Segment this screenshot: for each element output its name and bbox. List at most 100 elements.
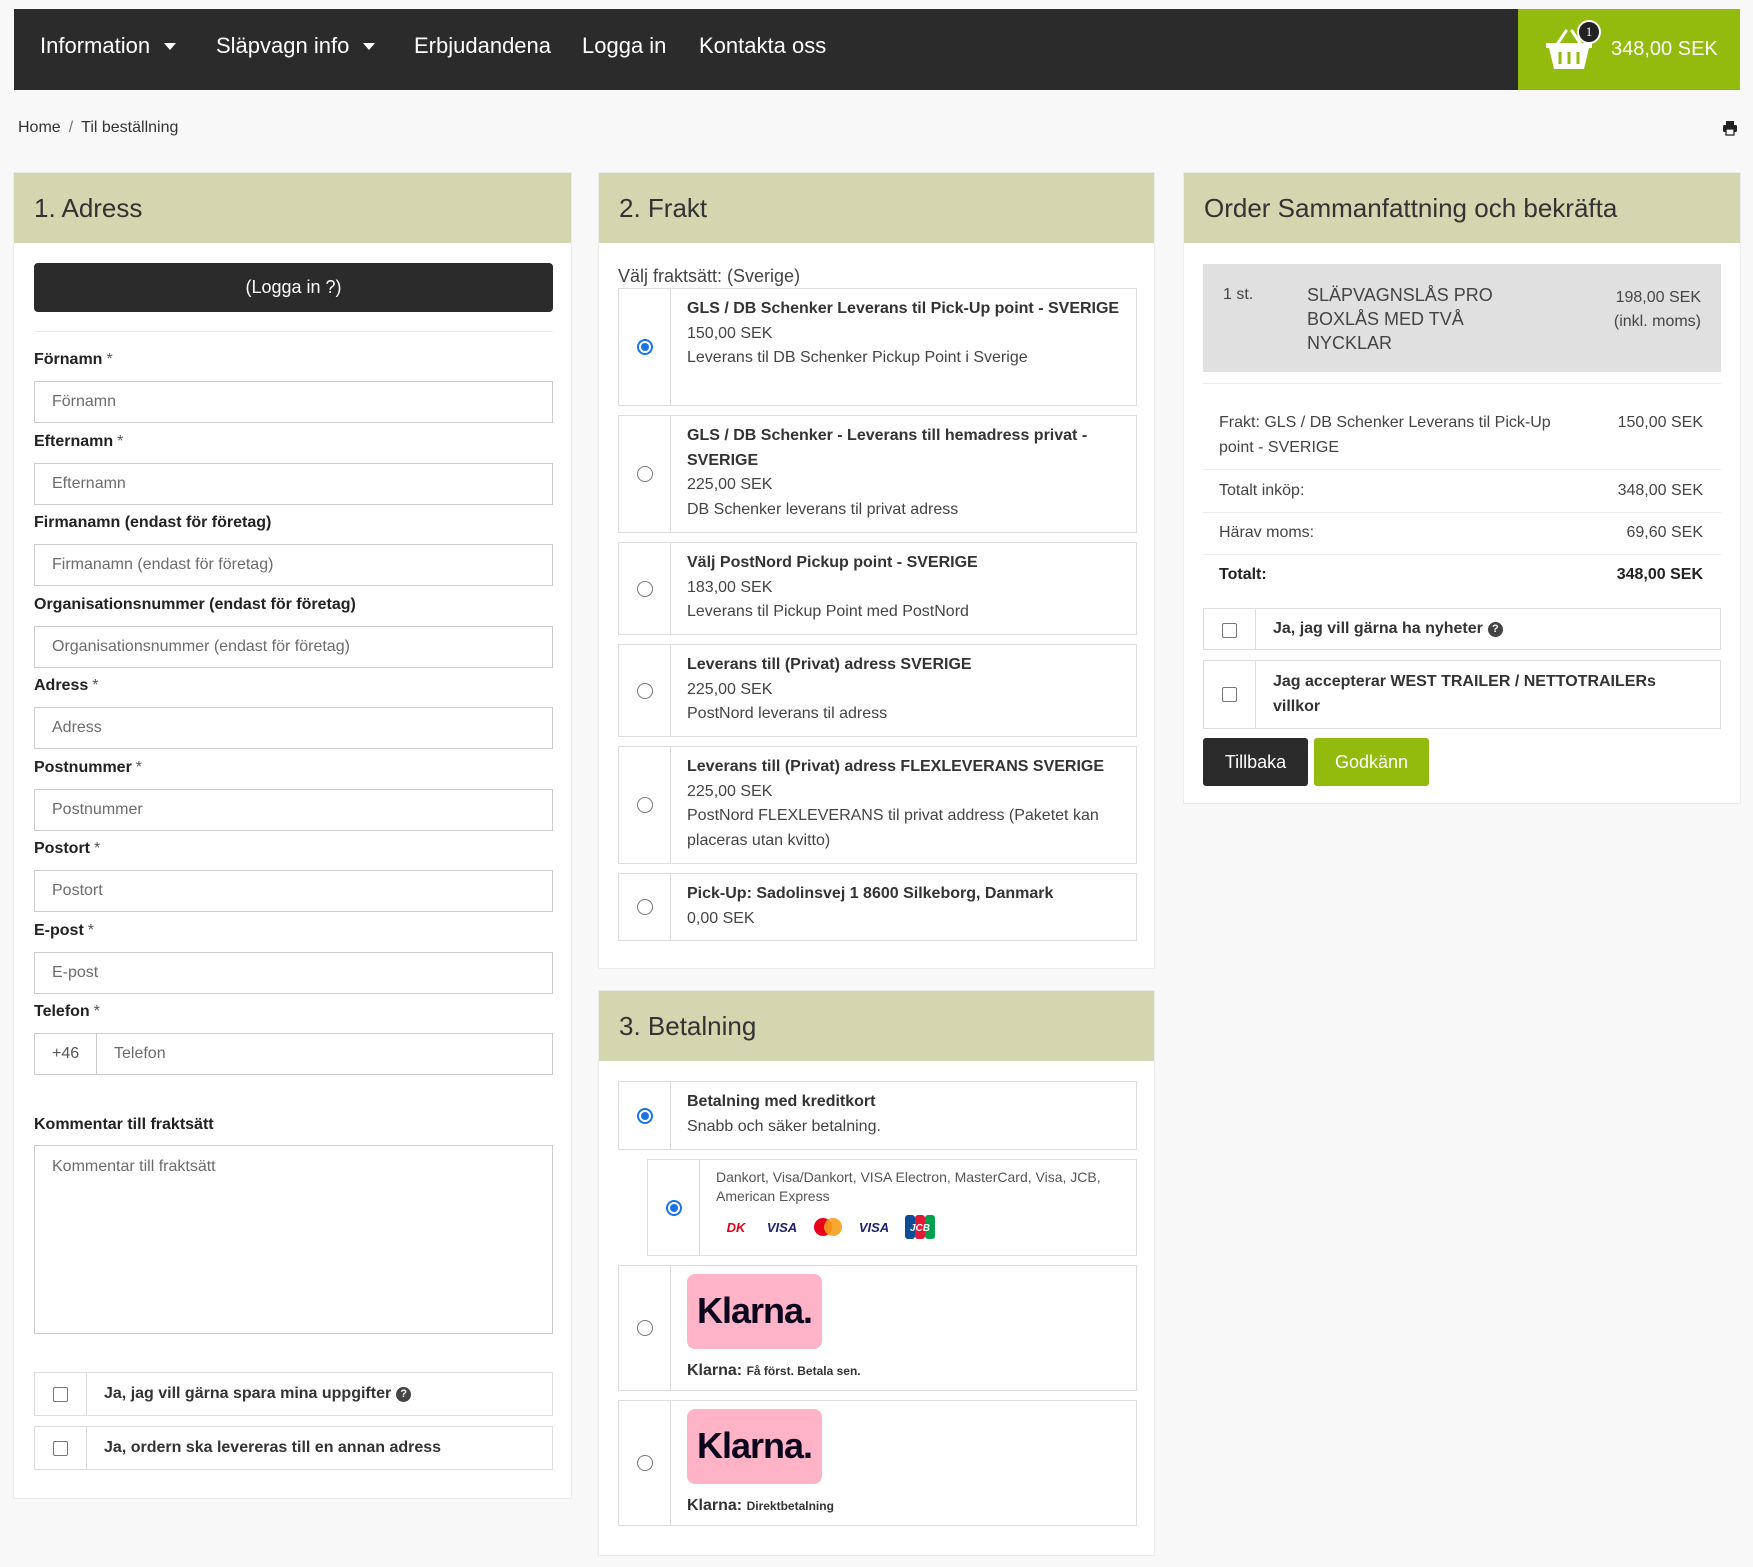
adress-input[interactable] [34,707,553,749]
shipping-radio[interactable] [636,797,653,813]
summary-panel-title: Order Sammanfattning och bekräfta [1184,173,1740,243]
save-details-text: Ja, jag vill gärna spara mina uppgifter? [87,1373,412,1415]
postnummer-input[interactable] [34,789,553,831]
shipping-radio[interactable] [636,682,653,699]
payment-option-klarna-direct[interactable]: Klarna. Klarna: Direktbetalning [618,1400,1137,1526]
shipping-option[interactable]: Leverans till (Privat) adress FLEXLEVERA… [618,746,1137,864]
shipping-option-body: GLS / DB Schenker Leverans til Pick-Up p… [671,289,1136,405]
firmanamn-label: Firmanamn (endast för företag) [34,514,272,531]
nav-slapvagn-info-label: Släpvagn info [216,33,350,58]
summary-subtotal-row: Totalt inköp: 348,00 SEK [1219,482,1703,500]
shipping-option[interactable]: GLS / DB Schenker Leverans til Pick-Up p… [618,288,1137,406]
shipping-radio-cell [619,543,671,634]
card-types-text: Dankort, Visa/Dankort, VISA Electron, Ma… [716,1169,1101,1204]
postnummer-label: Postnummer * [34,759,143,776]
question-circle-icon[interactable]: ? [1487,621,1503,637]
shipping-radio[interactable] [636,899,653,915]
epost-label: E-post * [34,922,95,939]
question-circle-icon[interactable]: ? [396,1386,412,1402]
fornamn-label: Förnamn * [34,351,113,368]
divider [1203,383,1721,384]
print-icon[interactable] [1722,120,1738,136]
shipping-choose-label: Välj fraktsätt: (Sverige) [618,266,801,286]
save-details-row: Ja, jag vill gärna spara mina uppgifter? [34,1372,553,1416]
payment-radio-cell [619,1082,671,1149]
comment-label: Kommentar till fraktsätt [34,1116,214,1133]
klarna-direct-desc: Klarna: Direktbetalning [687,1497,834,1514]
shipping-radio[interactable] [636,466,653,482]
comment-textarea[interactable] [34,1145,553,1334]
epost-input[interactable] [34,952,553,994]
telefon-input[interactable] [96,1033,553,1075]
caret-down-icon [164,42,177,50]
login-button[interactable]: (Logga in ?) [34,263,553,312]
payment-option-body: Klarna. Klarna: Direktbetalning [671,1401,1136,1525]
shipping-panel-title: 2. Frakt [599,173,1154,243]
breadcrumb-current: Til beställning [81,119,179,136]
payment-radio[interactable] [636,1455,653,1471]
shipping-option[interactable]: Leverans till (Privat) adress SVERIGE 225… [618,644,1137,737]
payment-panel-title: 3. Betalning [599,991,1154,1061]
breadcrumb-separator: / [68,119,74,136]
dankort-icon: DK [726,1219,746,1235]
divider [1203,469,1721,470]
shipping-option-price: 150,00 SEK [687,324,773,342]
summary-total: 348,00 SEK [1616,566,1703,583]
top-nav: Information Släpvagn info Erbjudandena L… [14,9,1740,90]
breadcrumb-home[interactable]: Home [18,119,61,137]
shipping-option-price: 225,00 SEK [687,782,773,800]
shipping-radio-cell [619,874,671,940]
shipping-option-body: Leverans till (Privat) adress FLEXLEVERA… [671,747,1136,863]
summary-item-price: 198,00 SEK (inkl. moms) [1613,289,1701,330]
save-details-checkbox[interactable] [53,1387,68,1402]
shipping-option[interactable]: Pick-Up: Sadolinsvej 1 8600 Silkeborg, D… [618,873,1137,941]
confirm-button[interactable]: Godkänn [1314,738,1429,786]
summary-subtotal-label: Totalt inköp: [1219,482,1305,499]
postort-input[interactable] [34,870,553,912]
newsletter-checkbox-cell [1204,609,1256,649]
card-type-option[interactable]: Dankort, Visa/Dankort, VISA Electron, Ma… [647,1159,1137,1256]
nav-information[interactable]: Information [40,33,177,59]
payment-option-card[interactable]: Betalning med kreditkort Snabb och säker … [618,1081,1137,1150]
divider [1203,512,1721,513]
payment-radio-cell [619,1401,671,1525]
terms-checkbox[interactable] [1222,687,1237,702]
payment-radio[interactable] [636,1107,653,1124]
cart-button[interactable]: 1 348,00 SEK [1518,9,1740,90]
summary-subtotal: 348,00 SEK [1617,482,1703,499]
shipping-option[interactable]: Välj PostNord Pickup point - SVERIGE 183,… [618,542,1137,635]
payment-option-klarna-later[interactable]: Klarna. Klarna: Få först. Betala sen. [618,1265,1137,1391]
nav-information-label: Information [40,33,151,58]
newsletter-text: Ja, jag vill gärna ha nyheter? [1256,609,1503,649]
efternamn-input[interactable] [34,463,553,505]
nav-logga-in[interactable]: Logga in [582,33,666,59]
payment-radio[interactable] [636,1320,653,1336]
shipping-option-price: 0,00 SEK [687,909,755,927]
shipping-option-title: GLS / DB Schenker - Leverans till hemadr… [687,427,1088,469]
summary-item: 1 st. SLÄPVAGNSLÅS PRO BOXLÅS MED TVÅ NY… [1203,264,1721,372]
nav-slapvagn-info[interactable]: Släpvagn info [216,33,376,59]
shipping-option-price: 225,00 SEK [687,680,773,698]
svg-text:JCB: JCB [910,1223,930,1234]
orgnr-input[interactable] [34,626,553,668]
shipping-radio[interactable] [636,580,653,597]
shipping-option-body: Leverans till (Privat) adress SVERIGE 225… [671,645,1136,736]
other-address-checkbox[interactable] [53,1441,68,1456]
other-address-checkbox-cell [35,1427,87,1469]
nav-erbjudandena[interactable]: Erbjudandena [414,33,551,59]
shipping-option[interactable]: GLS / DB Schenker - Leverans till hemadr… [618,415,1137,533]
newsletter-checkbox[interactable] [1222,623,1237,638]
mastercard-icon [808,1214,848,1240]
summary-item-name: SLÄPVAGNSLÅS PRO BOXLÅS MED TVÅ NYCKLAR [1307,285,1493,353]
nav-kontakta-oss[interactable]: Kontakta oss [699,33,826,59]
back-button[interactable]: Tillbaka [1203,738,1308,786]
shipping-option-desc: PostNord leverans til adress [687,705,888,722]
fornamn-input[interactable] [34,381,553,423]
card-type-body: Dankort, Visa/Dankort, VISA Electron, Ma… [700,1160,1136,1255]
terms-row: Jag accepterar WEST TRAILER / NETTOTRAIL… [1203,660,1721,729]
firmanamn-input[interactable] [34,544,553,586]
shipping-radio[interactable] [636,339,653,355]
shipping-option-title: Leverans till (Privat) adress SVERIGE [687,656,972,673]
card-type-radio[interactable] [665,1199,682,1216]
summary-shipping-label: Frakt: GLS / DB Schenker Leverans til Pi… [1219,414,1551,456]
